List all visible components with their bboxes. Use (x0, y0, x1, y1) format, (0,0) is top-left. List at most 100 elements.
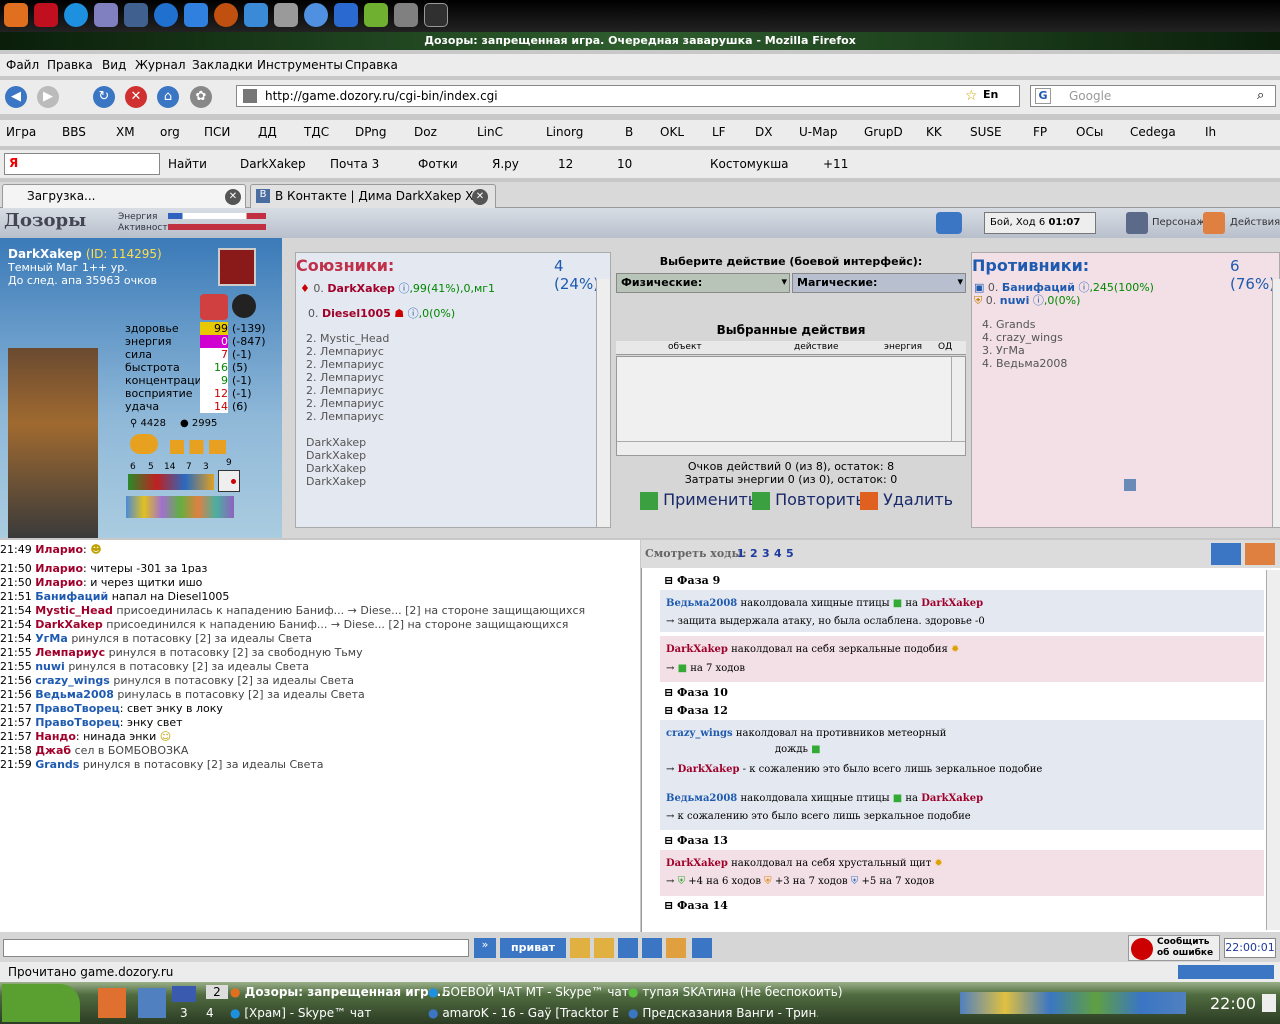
window-icon[interactable] (692, 938, 712, 958)
skype-icon[interactable] (64, 3, 88, 27)
menu-edit[interactable]: Правка (47, 58, 93, 72)
desktop-3[interactable]: 3 (180, 1006, 188, 1020)
chat-user[interactable]: crazy_wings (35, 674, 110, 687)
ally-row[interactable]: 0. Diesel1005 ☗ ⓘ,0(0%) (308, 305, 455, 321)
move-link[interactable]: 5 (786, 547, 794, 560)
browser-icon[interactable] (154, 3, 178, 27)
show-desktop-icon[interactable] (1262, 994, 1276, 1012)
bookmark-item[interactable]: GrupD (864, 125, 903, 139)
actions-scrollbar[interactable] (951, 357, 965, 441)
allies-scrollbar[interactable] (596, 279, 610, 527)
forward-button[interactable]: ▶ (37, 86, 59, 108)
home-folder-icon[interactable] (98, 988, 126, 1018)
move-link[interactable]: 2 (750, 547, 758, 560)
bookmark-item[interactable]: FP (1033, 125, 1047, 139)
find-button[interactable]: Найти (168, 157, 207, 171)
task-skype-user[interactable]: ● тупая SKAтина (Не беспокоить) (628, 985, 843, 999)
magic-select[interactable]: Магические: ▾ (792, 273, 966, 293)
info-icon[interactable]: ⓘ (398, 282, 409, 295)
home-button[interactable]: ⌂ (157, 86, 179, 108)
yandex-search-input[interactable]: Я (4, 153, 160, 175)
reload-button[interactable]: ↻ (93, 86, 115, 108)
url-bar[interactable]: http://game.dozory.ru/cgi-bin/index.cgi … (236, 85, 1020, 107)
smiley-button-icon[interactable] (570, 938, 590, 958)
log-actor[interactable]: crazy_wings (666, 728, 733, 739)
bookmark-item[interactable]: Linorg (546, 125, 583, 139)
enemies-scrollbar[interactable] (1272, 279, 1280, 527)
chat-user[interactable]: УгМа (35, 632, 68, 645)
delete-button[interactable]: Удалить (860, 490, 953, 510)
log-actor[interactable]: DarkXakep (666, 858, 728, 869)
editor-icon[interactable] (138, 988, 166, 1018)
log-actor[interactable]: DarkXakep (666, 644, 728, 655)
private-button[interactable]: приват (500, 938, 566, 958)
chat-user[interactable]: Иларио (35, 576, 83, 589)
gift-icon[interactable] (200, 294, 228, 320)
log-scrollbar[interactable] (1266, 570, 1280, 930)
desktop-2[interactable]: 2 (206, 985, 228, 999)
monitor-icon[interactable] (424, 3, 448, 27)
close-tab-icon[interactable]: ✕ (225, 189, 241, 205)
network-icon[interactable] (124, 3, 148, 27)
counter-12[interactable]: 12 (558, 157, 573, 171)
google-icon[interactable]: G (1035, 88, 1051, 104)
phase-header[interactable]: ⊟ Фаза 10 (664, 686, 728, 699)
photos-link[interactable]: Фотки (418, 157, 458, 171)
start-menu-icon[interactable] (2, 984, 80, 1022)
bookmark-item[interactable]: Ih (1205, 125, 1216, 139)
nvidia-icon[interactable] (364, 3, 388, 27)
chat-user[interactable]: Иларио (35, 543, 83, 556)
terminal-icon[interactable] (394, 3, 418, 27)
chat-bubble-icon[interactable] (594, 938, 614, 958)
stop-button[interactable]: ✕ (125, 86, 147, 108)
bookmark-item[interactable]: ХМ (116, 125, 135, 139)
bookmark-item[interactable]: ПСИ (204, 125, 230, 139)
chat-user[interactable]: Нандо (35, 730, 76, 743)
search-bar[interactable]: G Google ⌕ (1030, 85, 1276, 107)
bookmark-item[interactable]: LinC (477, 125, 503, 139)
bookmark-item[interactable]: LF (712, 125, 726, 139)
search-icon[interactable]: ⌕ (1257, 88, 1264, 103)
desktop-1[interactable] (172, 986, 196, 1002)
user-link[interactable]: DarkXakep (240, 157, 306, 171)
menu-file[interactable]: Файл (6, 58, 39, 72)
bookmark-item[interactable]: Игра (6, 125, 36, 139)
clock[interactable]: 22:00 (1210, 994, 1256, 1013)
info-icon[interactable]: ⓘ (1033, 294, 1044, 307)
bookmark-item[interactable]: ОСы (1076, 125, 1103, 139)
log-actor[interactable]: Ведьма2008 (666, 793, 737, 804)
weather-label[interactable]: +11 (823, 157, 848, 171)
wand-icon[interactable] (642, 938, 662, 958)
bookmark-item[interactable]: OKL (660, 125, 684, 139)
close-tab-icon[interactable]: ✕ (472, 189, 488, 205)
coins-icon[interactable] (130, 434, 158, 454)
actions-icon[interactable] (1203, 212, 1225, 234)
bookmark-item[interactable]: ДД (258, 125, 277, 139)
task-firefox[interactable]: ● Дозоры: запрещенная игра... (230, 985, 450, 999)
apply-button[interactable]: Применить (640, 490, 757, 510)
bookmark-item[interactable]: DPng (355, 125, 387, 139)
opera-icon[interactable] (34, 3, 58, 27)
log-target[interactable]: DarkXakep (921, 793, 983, 804)
character-icon[interactable] (1126, 212, 1148, 234)
chat-user[interactable]: DarkXakep (35, 618, 103, 631)
globe-icon[interactable] (304, 3, 328, 27)
search-input[interactable]: Google (1069, 89, 1111, 103)
move-link[interactable]: 3 (762, 547, 770, 560)
chat-user[interactable]: Банифаций (35, 590, 108, 603)
bookmark-item[interactable]: Doz (414, 125, 437, 139)
mail-link[interactable]: Почта 3 (330, 157, 379, 171)
spell-icons-row[interactable] (128, 474, 214, 490)
chat-user[interactable]: Лемпариус (35, 646, 105, 659)
chat-user[interactable]: Ведьма2008 (35, 688, 114, 701)
report-bug-button[interactable]: Сообщить об ошибке (1128, 935, 1220, 961)
phase-header[interactable]: ⊟ Фаза 12 (664, 704, 728, 717)
move-link[interactable]: 1 (737, 547, 745, 560)
chat-user[interactable]: Иларио (35, 562, 83, 575)
menu-tools[interactable]: Инструменты (257, 58, 343, 72)
move-link[interactable]: 4 (774, 547, 782, 560)
menu-help[interactable]: Справка (345, 58, 398, 72)
bookmark-item[interactable]: BBS (62, 125, 86, 139)
bookmark-item[interactable]: ТДС (304, 125, 329, 139)
fight-view-icon[interactable] (1245, 543, 1275, 565)
